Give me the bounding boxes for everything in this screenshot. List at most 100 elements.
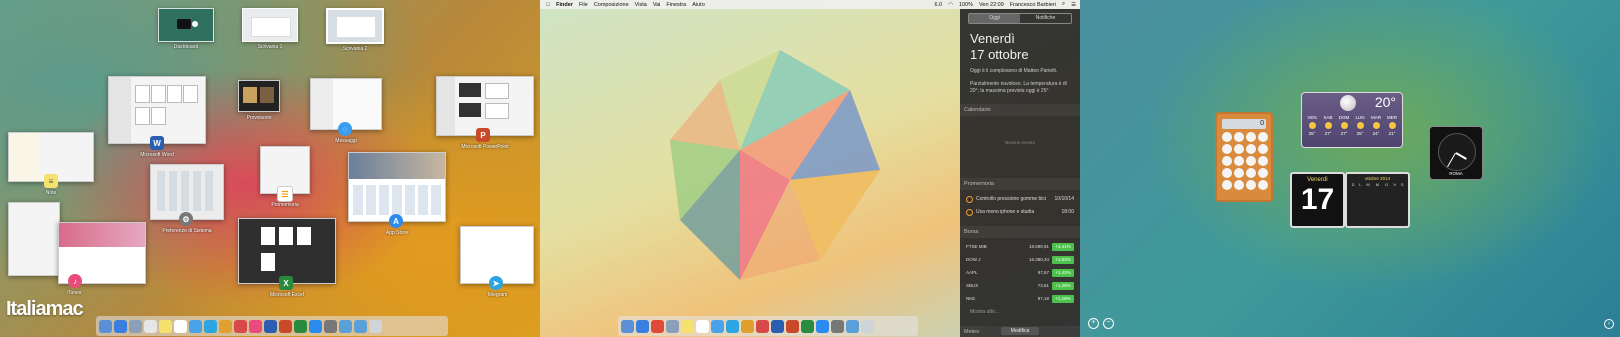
gear-icon[interactable] [324,319,337,333]
month-calendar-widget[interactable]: ottobre 2014 D L M M G V S [1345,172,1410,228]
reminder-item[interactable]: Usa meno iphone e studia 18:00 [966,209,1074,217]
stocks-more-link[interactable]: Mostra altri... [970,309,1070,316]
appstore-icon[interactable] [816,319,829,333]
menu-item[interactable]: Composizione [594,2,629,8]
powerpoint-icon[interactable] [786,319,799,333]
status-value[interactable]: 6.0 [934,2,942,8]
arrow-right-icon[interactable]: › [1604,319,1614,329]
stock-row[interactable]: AAPL 97,67 +1,42% [966,268,1074,277]
messages-icon[interactable] [189,319,202,333]
calc-key[interactable] [1234,180,1244,190]
excel-icon[interactable] [801,319,814,333]
stock-row[interactable]: FTSE MIB 18.698,91 +3,41% [966,242,1074,251]
calculator-widget[interactable]: 0 [1215,112,1273,202]
chrome-icon[interactable] [651,319,664,333]
menu-item[interactable]: Vai [653,2,661,8]
itunes-icon[interactable] [756,319,769,333]
calc-key[interactable] [1246,180,1256,190]
window-excel[interactable]: X Microsoft Excel [238,218,336,298]
folder-icon[interactable] [846,319,859,333]
word-icon[interactable] [771,319,784,333]
calc-key[interactable] [1258,168,1268,178]
window-messages[interactable]: ◌ Messaggi [310,78,382,144]
user-name[interactable]: Francesco Barbieri [1010,2,1056,8]
stock-row[interactable]: DOW J 16.380,34 +1,63% [966,255,1074,264]
wifi-icon[interactable]: ◠ [948,2,953,8]
telegram-icon[interactable] [726,319,739,333]
messages-icon[interactable] [711,319,724,333]
downloads-icon[interactable] [354,319,367,333]
weather-widget[interactable]: 20° VEN 25° SAB 27° DOM 27° LUN 25° MAR 24° M… [1301,92,1403,148]
calc-key[interactable] [1222,180,1232,190]
music-icon[interactable] [249,319,262,333]
finder-icon[interactable] [621,319,634,333]
trash-icon[interactable] [861,319,874,333]
tab-notifications[interactable]: Notifiche [1020,14,1071,23]
stock-row[interactable]: NKE 87,18 +1,18% [966,294,1074,303]
calc-key[interactable] [1222,156,1232,166]
gear-icon[interactable] [831,319,844,333]
search-icon[interactable]: ⌕ [1062,1,1065,8]
calc-key[interactable] [1258,132,1268,142]
space-desktop-2[interactable]: Scrivania 2 [326,8,384,52]
reminders-icon[interactable] [174,319,187,333]
notification-center-icon[interactable]: ☰ [1071,2,1076,8]
calc-key[interactable] [1222,144,1232,154]
window-notes[interactable]: ≡ Note [8,132,94,196]
menu-item[interactable]: Finder [556,2,573,8]
window-appstore[interactable]: A App Store [348,152,446,236]
reminders-icon[interactable] [696,319,709,333]
window-preferences[interactable]: ⚙ Preferenze di Sistema [150,164,224,234]
telegram-icon[interactable] [204,319,217,333]
calc-key[interactable] [1246,168,1256,178]
menu-item[interactable]: Vista [635,2,647,8]
trash-icon[interactable] [369,319,382,333]
calc-key[interactable] [1258,156,1268,166]
mail-icon[interactable] [129,319,142,333]
calc-key[interactable] [1234,156,1244,166]
space-dashboard[interactable]: Dashboard [158,8,214,50]
calc-key[interactable] [1222,168,1232,178]
reminder-item[interactable]: Controllo pressione gomme bici 10/10/14 [966,196,1074,204]
calendar-flip-widget[interactable]: Venerdì 17 [1290,172,1345,228]
mail-icon[interactable] [666,319,679,333]
notes-icon[interactable] [681,319,694,333]
calc-key[interactable] [1234,132,1244,142]
calc-key[interactable] [1258,144,1268,154]
folder-icon[interactable] [339,319,352,333]
menu-item[interactable]: File [579,2,588,8]
calc-key[interactable] [1234,168,1244,178]
safari-icon[interactable] [114,319,127,333]
menu-item[interactable]: Aiuto [692,2,705,8]
window-preview[interactable]: Provvisorio [238,80,280,121]
calc-key[interactable] [1222,132,1232,142]
safari-icon[interactable] [636,319,649,333]
stock-row[interactable]: SBUX 73,61 +1,28% [966,281,1074,290]
window-telegram[interactable]: ➤ Telegram [460,226,534,298]
clock[interactable]: Ven 22:09 [979,2,1004,8]
calc-key[interactable] [1246,132,1256,142]
photos-icon[interactable] [219,319,232,333]
window-reminders[interactable]: ☰ Promemoria [260,146,310,208]
checkbox-icon[interactable] [966,196,973,204]
excel-icon[interactable] [294,319,307,333]
window-word[interactable]: W Microsoft Word [108,76,206,158]
window-powerpoint[interactable]: P Microsoft PowerPoint [436,76,534,150]
window-itunes[interactable]: ♪ iTunes [8,202,146,296]
edit-button[interactable]: Modifica [1000,327,1040,335]
photos-icon[interactable] [741,319,754,333]
itunes-icon[interactable] [234,319,247,333]
menu-item[interactable]: Finestra [666,2,686,8]
space-desktop-1[interactable]: Scrivania 1 [242,8,298,50]
contacts-icon[interactable] [144,319,157,333]
powerpoint-icon[interactable] [279,319,292,333]
apple-icon[interactable]:  [546,2,550,8]
calc-key[interactable] [1234,144,1244,154]
calc-key[interactable] [1246,156,1256,166]
calc-key[interactable] [1246,144,1256,154]
appstore-icon[interactable] [309,319,322,333]
add-widget-icon[interactable]: + [1088,318,1099,329]
checkbox-icon[interactable] [966,209,973,217]
finder-icon[interactable] [99,319,112,333]
clock-widget[interactable]: ROMA [1429,126,1483,180]
